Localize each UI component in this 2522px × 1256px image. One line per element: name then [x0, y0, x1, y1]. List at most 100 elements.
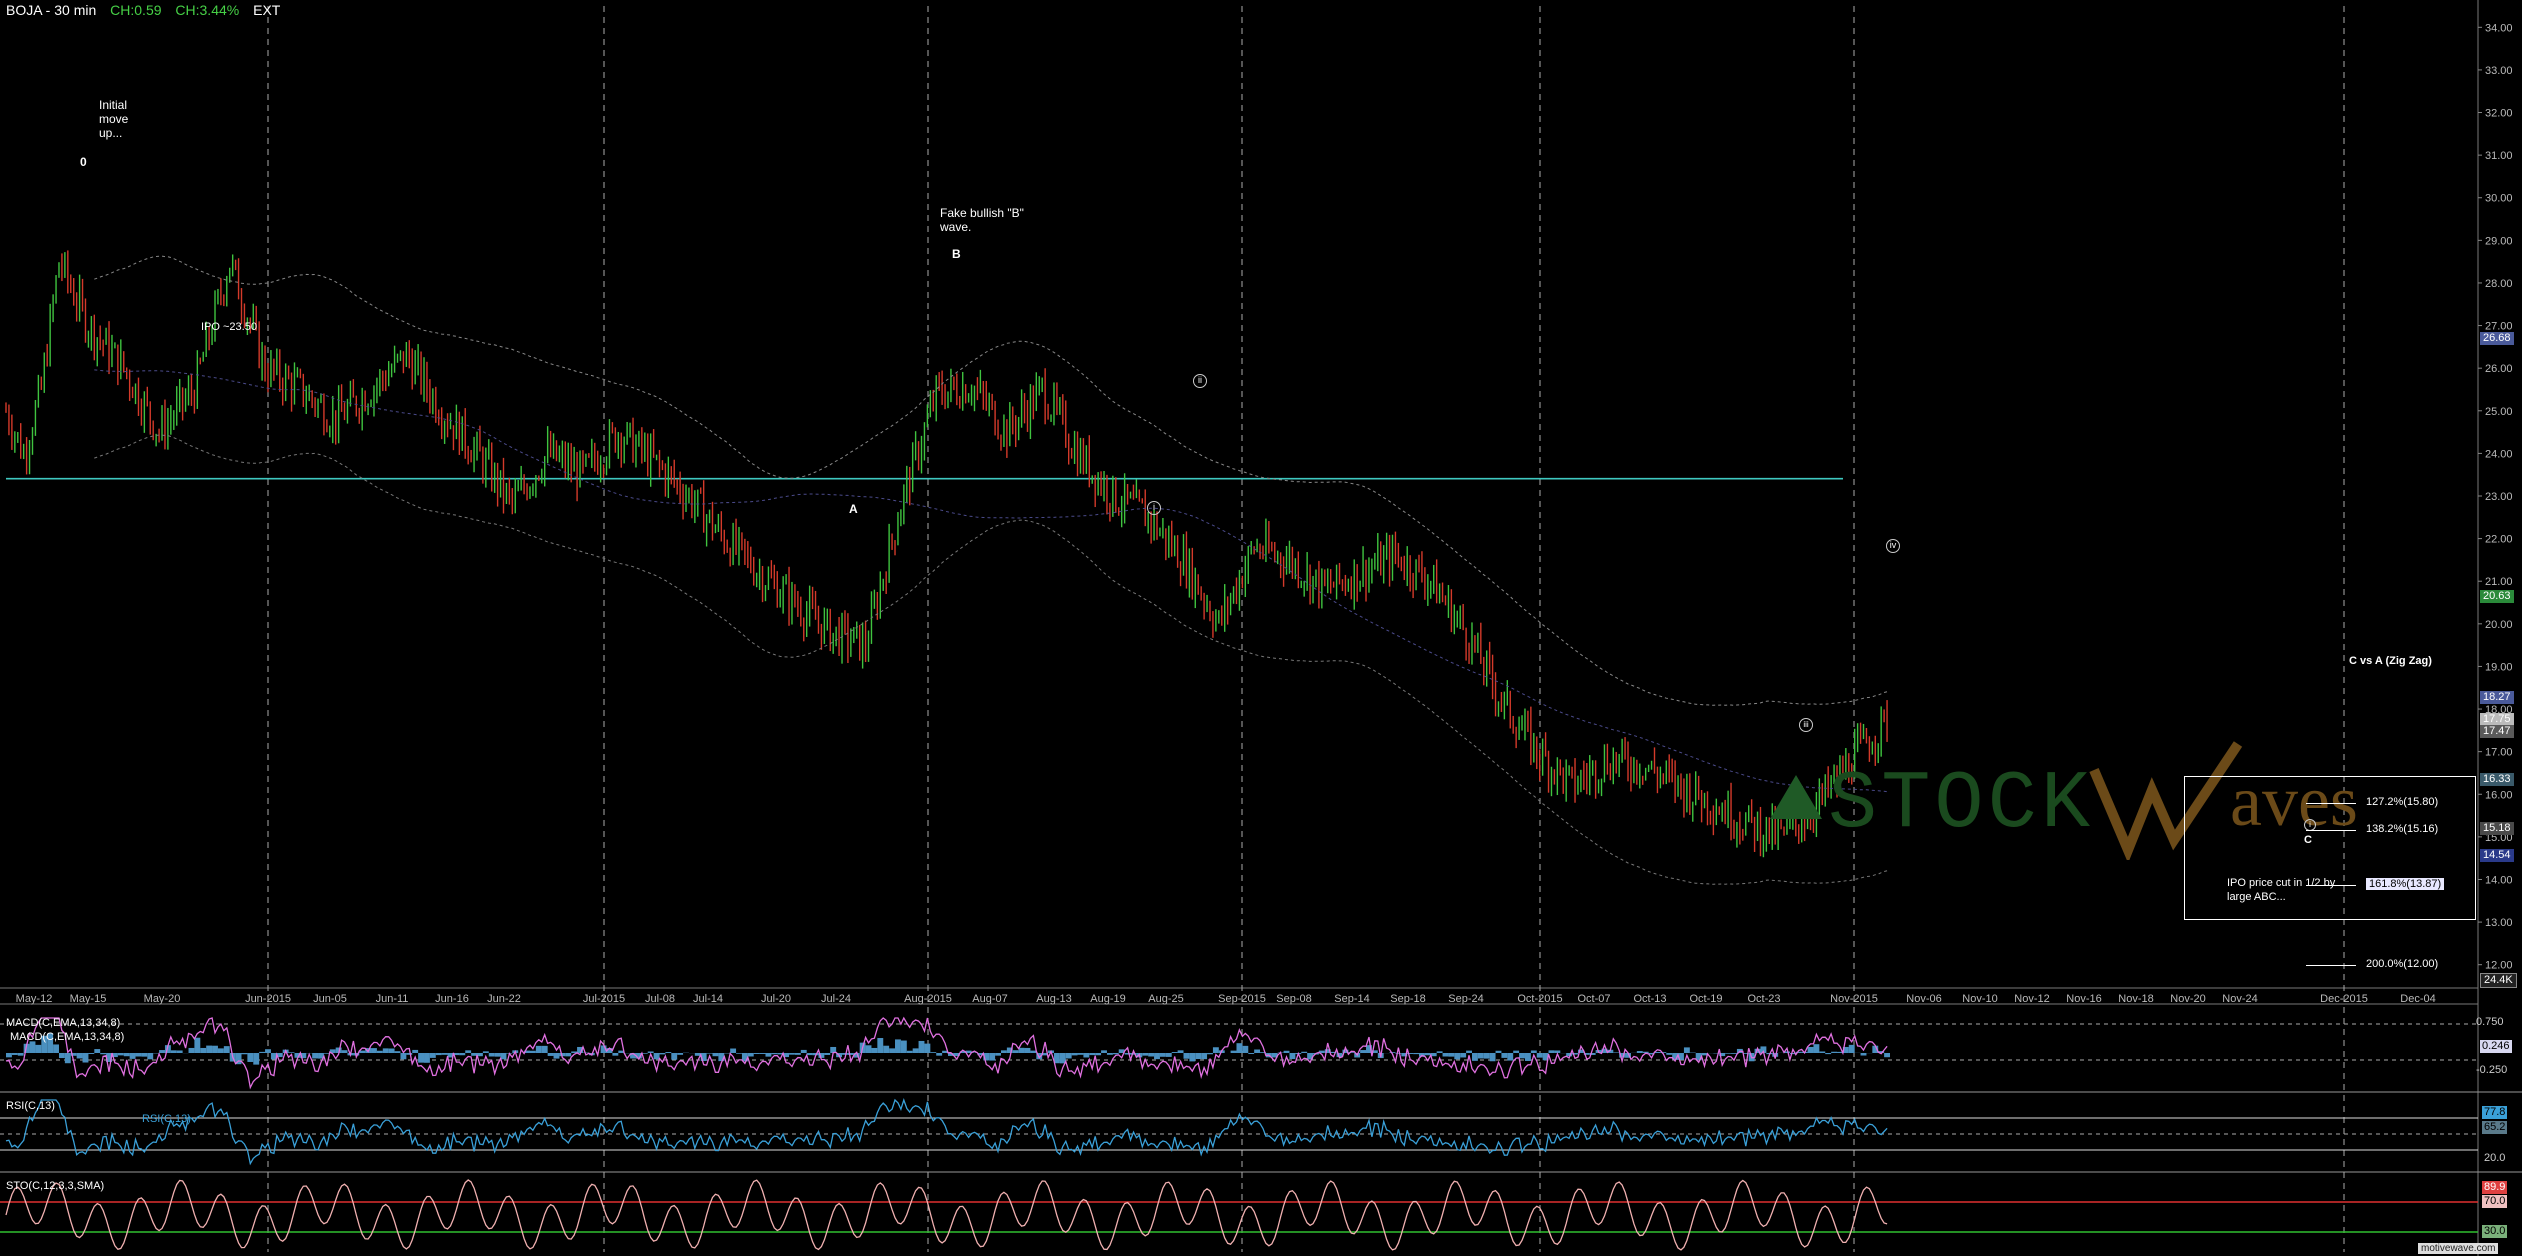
macd-label-1: MACD(C,EMA,13,34,8) — [6, 1017, 121, 1029]
macd-histogram-bar — [1666, 1053, 1673, 1055]
price-tag: 18.27 — [2480, 690, 2514, 704]
fib-line — [2306, 830, 2356, 832]
long-ma — [94, 369, 1888, 793]
macd-histogram-bar — [730, 1048, 737, 1053]
macd-histogram-bar — [1236, 1043, 1243, 1053]
macd-histogram-bar — [1012, 1050, 1019, 1053]
price-tag: 20.63 — [2480, 589, 2514, 603]
macd-histogram-bar — [547, 1053, 554, 1056]
macd-histogram-bar — [141, 1053, 148, 1057]
x-tick-label: Oct-23 — [1747, 993, 1780, 1005]
sto-label: STO(C,12,3,3,SMA) — [6, 1180, 105, 1192]
macd-histogram-bar — [842, 1053, 848, 1055]
macd-histogram-bar — [376, 1050, 383, 1053]
macd-histogram-bar — [382, 1048, 389, 1053]
x-tick-label: Aug-13 — [1036, 993, 1071, 1005]
macd-tick-1: 0.750 — [2476, 1016, 2504, 1028]
macd-histogram-bar — [1242, 1045, 1249, 1053]
macd-histogram-bar — [665, 1052, 672, 1053]
macd-histogram-bar — [1053, 1053, 1060, 1064]
price-chart[interactable]: 34.0033.0032.0031.0030.0029.0028.0027.00… — [0, 0, 2522, 1256]
macd-histogram-bar — [1106, 1053, 1113, 1055]
footer-brand: motivewave.com — [2418, 1243, 2499, 1254]
macd-histogram-bar — [1430, 1053, 1437, 1057]
change-value: CH:0.59 — [110, 2, 162, 18]
macd-histogram-bar — [1495, 1050, 1502, 1053]
macd-histogram-bar — [459, 1053, 466, 1056]
macd-value-tag: 0.246 — [2480, 1040, 2512, 1053]
macd-histogram-bar — [1424, 1053, 1431, 1056]
macd-histogram-bar — [1807, 1046, 1814, 1053]
y-tick-label: 23.00 — [2485, 491, 2513, 503]
chart-header: BOJA - 30 min CH:0.59 CH:3.44% EXT — [6, 2, 290, 18]
ipo-cut-note: IPO price cut in 1/2 by large ABC... — [2227, 877, 2336, 903]
macd-histogram-bar — [1360, 1050, 1367, 1053]
macd-histogram-bar — [1513, 1050, 1520, 1053]
fib-line — [2306, 802, 2356, 804]
macd-histogram-bar — [1183, 1053, 1190, 1059]
volume-tag: 24.4K — [2480, 973, 2517, 988]
y-tick-label: 26.00 — [2485, 363, 2513, 375]
wave-c-label: C — [2304, 834, 2312, 846]
ipo-level-label: IPO ~23.50 — [201, 321, 257, 333]
macd-histogram-bar — [1212, 1047, 1219, 1053]
macd-histogram-bar — [706, 1053, 713, 1054]
macd-histogram-bar — [824, 1053, 831, 1055]
fake-b-note: Fake bullish "B" wave. — [940, 206, 1024, 234]
sto-value-tag-2: 70.0 — [2482, 1195, 2508, 1208]
macd-histogram-bar — [29, 1041, 36, 1053]
x-tick-label: Jul-24 — [821, 993, 851, 1005]
x-tick-label: Nov-16 — [2066, 993, 2101, 1005]
rsi-label-2: RSI(C,13) — [142, 1113, 191, 1125]
macd-histogram-bar — [241, 1053, 248, 1055]
macd-histogram-bar — [500, 1053, 507, 1060]
macd-histogram-bar — [912, 1048, 919, 1053]
y-tick-label: 30.00 — [2485, 193, 2513, 205]
x-tick-label: Jul-14 — [693, 993, 723, 1005]
macd-histogram-bar — [1095, 1053, 1102, 1056]
macd-histogram-bar — [1159, 1053, 1166, 1057]
macd-histogram-bar — [794, 1053, 801, 1055]
macd-histogram-bar — [1148, 1053, 1155, 1057]
macd-histogram-bar — [482, 1051, 489, 1053]
x-tick-label: Nov-06 — [1906, 993, 1941, 1005]
macd — [5, 1016, 1890, 1090]
macd-histogram-bar — [1142, 1053, 1149, 1056]
y-tick-label: 27.00 — [2485, 321, 2513, 333]
y-tick-label: 31.00 — [2485, 150, 2513, 162]
macd-histogram-bar — [1442, 1053, 1449, 1057]
macd-histogram-bar — [806, 1053, 813, 1056]
y-tick-label: 20.00 — [2485, 619, 2513, 631]
macd-histogram-bar — [223, 1046, 230, 1053]
x-tick-label: Jul-08 — [645, 993, 675, 1005]
macd-histogram-bar — [88, 1053, 95, 1054]
macd-histogram-bar — [924, 1043, 931, 1053]
y-tick-label: 28.00 — [2485, 278, 2513, 290]
macd-histogram-bar — [1154, 1053, 1160, 1060]
macd-histogram-bar — [194, 1037, 201, 1053]
macd-histogram-bar — [612, 1053, 619, 1056]
macd-histogram-bar — [1201, 1053, 1208, 1060]
macd-histogram-bar — [217, 1048, 224, 1053]
macd-histogram-bar — [6, 1053, 12, 1058]
macd-histogram-bar — [712, 1053, 719, 1057]
macd-histogram-bar — [35, 1044, 42, 1053]
macd-histogram-bar — [1884, 1053, 1890, 1058]
macd-tick-3: -0.250 — [2476, 1064, 2508, 1076]
macd-histogram-bar — [771, 1053, 778, 1055]
x-tick-label: May-15 — [70, 993, 107, 1005]
macd-histogram-bar — [1436, 1051, 1443, 1053]
macd-histogram-bar — [176, 1050, 183, 1053]
macd-histogram-bar — [753, 1053, 760, 1054]
macd-histogram-bar — [17, 1053, 24, 1056]
macd-histogram-bar — [936, 1053, 943, 1056]
macd-histogram-bar — [388, 1048, 395, 1053]
x-tick-label: Sep-14 — [1334, 993, 1369, 1005]
macd-histogram-bar — [800, 1049, 807, 1053]
macd-histogram-bar — [1519, 1053, 1525, 1059]
macd-histogram-bar — [641, 1053, 648, 1054]
macd-histogram-bar — [765, 1053, 772, 1057]
sto-tick-30: 30.0 — [2482, 1225, 2508, 1238]
fib-label: 200.0%(12.00) — [2366, 957, 2439, 970]
macd-histogram-bar — [1301, 1051, 1308, 1053]
